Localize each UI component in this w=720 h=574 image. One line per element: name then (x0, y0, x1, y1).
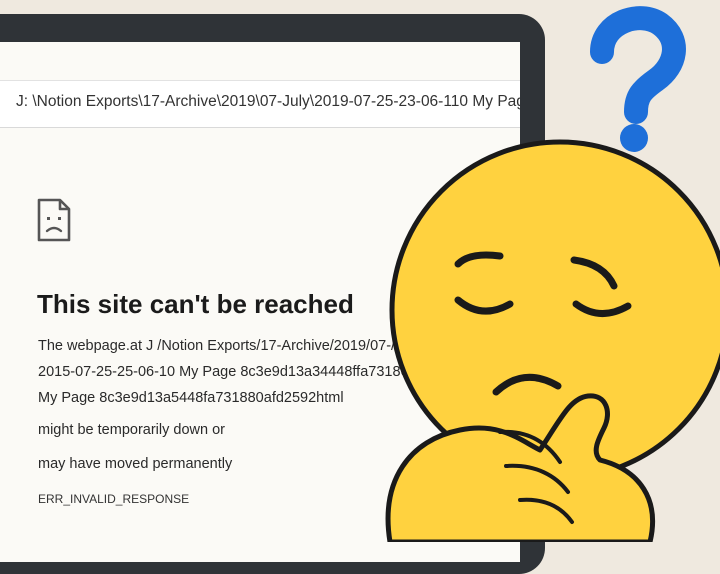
illustration-layer (385, 6, 720, 542)
thinking-face-emoji (385, 139, 720, 542)
question-mark-icon (590, 6, 686, 152)
